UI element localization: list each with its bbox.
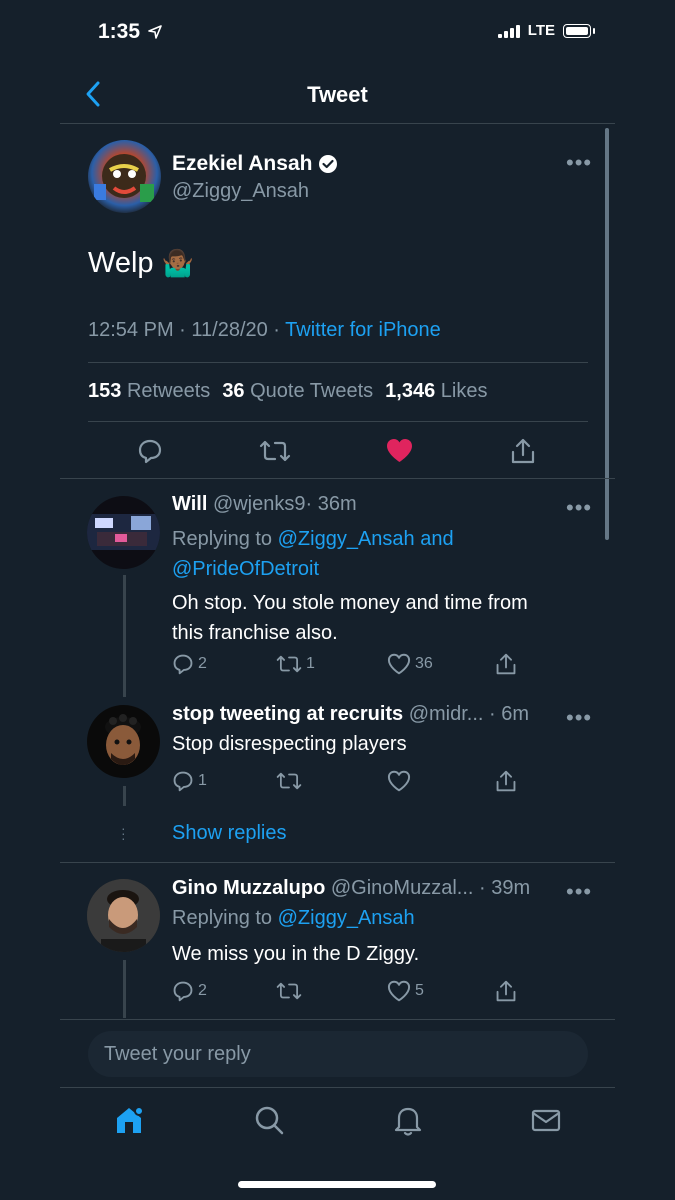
reply-time: · 39m bbox=[479, 877, 531, 899]
show-replies-link[interactable]: Show replies bbox=[172, 822, 287, 845]
reply-author-name[interactable]: Gino Muzzalupo bbox=[172, 877, 325, 899]
reply-author-handle[interactable]: @wjenks9 bbox=[213, 493, 306, 515]
cellular-signal-icon bbox=[497, 24, 520, 38]
reply-author-handle[interactable]: @GinoMuzzal... bbox=[331, 877, 474, 899]
reply-header: Will @wjenks9· 36m bbox=[172, 493, 357, 516]
thread-line bbox=[123, 575, 126, 697]
reply-more-options-icon[interactable]: ••• bbox=[566, 879, 592, 905]
replying-to: Replying to @Ziggy_Ansah and @PrideOfDet… bbox=[172, 528, 454, 580]
tweet-timestamp: 12:54 PM · 11/28/20 · bbox=[88, 319, 286, 341]
reply-more-options-icon[interactable]: ••• bbox=[566, 495, 592, 521]
status-time: 1:35 bbox=[98, 20, 162, 44]
search-icon[interactable] bbox=[252, 1103, 286, 1137]
reply-author-name[interactable]: Will bbox=[172, 493, 207, 515]
mention-link[interactable]: @Ziggy_Ansah bbox=[278, 907, 415, 929]
tweet-stats: 153 Retweets 36 Quote Tweets 1,346 Likes bbox=[88, 380, 488, 403]
reply-icon bbox=[173, 771, 193, 792]
meta-divider bbox=[88, 362, 588, 363]
reply-author-handle[interactable]: @midr... bbox=[409, 703, 484, 725]
like-count[interactable] bbox=[387, 770, 415, 792]
reply-avatar[interactable] bbox=[87, 705, 160, 778]
like-heart-filled-icon[interactable] bbox=[386, 438, 413, 463]
author-name[interactable]: Ezekiel Ansah bbox=[172, 152, 312, 176]
share-icon[interactable] bbox=[495, 652, 517, 676]
reply-count[interactable]: 1 bbox=[172, 770, 207, 792]
reply-more-options-icon[interactable]: ••• bbox=[566, 705, 592, 731]
home-icon[interactable] bbox=[112, 1103, 146, 1137]
reply-header: stop tweeting at recruits @midr... · 6m bbox=[172, 703, 529, 726]
reply-bar-divider bbox=[60, 1019, 615, 1020]
tweet-text: Welp bbox=[88, 247, 154, 279]
verified-badge-icon bbox=[319, 155, 338, 173]
shrug-emoji: 🤷🏾‍♂️ bbox=[161, 248, 194, 278]
mention-link[interactable]: @Ziggy_Ansah bbox=[278, 528, 415, 550]
reply-text: We miss you in the D Ziggy. bbox=[172, 943, 420, 965]
reply-count[interactable]: 2 bbox=[172, 653, 207, 675]
avatar-photo bbox=[87, 514, 160, 550]
tabbar-divider bbox=[60, 1087, 615, 1088]
location-arrow-icon bbox=[148, 25, 162, 40]
avatar-memoji bbox=[105, 714, 141, 765]
author-handle[interactable]: @Ziggy_Ansah bbox=[172, 180, 309, 203]
like-count[interactable]: 36 bbox=[387, 653, 433, 675]
avatar-art bbox=[94, 154, 154, 202]
share-icon[interactable] bbox=[495, 769, 517, 793]
thread-dots-icon: · · · bbox=[121, 820, 126, 846]
like-count[interactable]: 5 bbox=[387, 980, 424, 1002]
network-type: LTE bbox=[527, 22, 555, 39]
stats-divider bbox=[88, 421, 588, 422]
replying-to: Replying to @Ziggy_Ansah bbox=[172, 907, 415, 929]
reply-author-name[interactable]: stop tweeting at recruits bbox=[172, 703, 403, 725]
retweet-icon bbox=[276, 772, 302, 790]
more-options-icon[interactable]: ••• bbox=[566, 150, 592, 176]
mention-link[interactable]: @PrideOfDetroit bbox=[172, 558, 319, 580]
page-title: Tweet bbox=[307, 82, 368, 107]
reply-icon bbox=[173, 654, 193, 675]
reply-input-placeholder: Tweet your reply bbox=[104, 1042, 251, 1065]
like-heart-icon bbox=[387, 770, 411, 792]
retweet-icon[interactable] bbox=[259, 438, 291, 464]
reply-avatar[interactable] bbox=[87, 879, 160, 952]
retweets-stat[interactable]: 153 Retweets bbox=[88, 380, 210, 403]
thread-line bbox=[123, 786, 126, 806]
quote-tweets-stat[interactable]: 36 Quote Tweets bbox=[222, 380, 373, 403]
like-heart-icon bbox=[387, 653, 411, 675]
thread-divider bbox=[60, 862, 615, 863]
tweet-source-link[interactable]: Twitter for iPhone bbox=[285, 319, 441, 341]
tweet-divider bbox=[60, 478, 615, 479]
reply-text: Stop disrespecting players bbox=[172, 733, 407, 755]
avatar-photo bbox=[87, 879, 160, 952]
reply-avatar[interactable] bbox=[87, 496, 160, 569]
reply-input[interactable]: Tweet your reply bbox=[88, 1031, 588, 1077]
battery-icon bbox=[563, 23, 595, 38]
nav-divider bbox=[60, 123, 615, 124]
reply-time: · 6m bbox=[489, 703, 530, 725]
messages-envelope-icon[interactable] bbox=[529, 1103, 563, 1137]
home-indicator[interactable] bbox=[238, 1181, 436, 1188]
reply-icon[interactable] bbox=[137, 438, 163, 464]
tweet-meta: 12:54 PM · 11/28/20 · Twitter for iPhone bbox=[88, 319, 441, 342]
like-heart-icon bbox=[387, 980, 411, 1002]
retweet-count[interactable]: 1 bbox=[276, 653, 315, 675]
likes-stat[interactable]: 1,346 Likes bbox=[385, 380, 487, 403]
retweet-icon bbox=[276, 655, 302, 673]
reply-count[interactable]: 2 bbox=[172, 980, 207, 1002]
retweet-count[interactable] bbox=[276, 770, 306, 792]
reply-text: Oh stop. You stole money and time from th… bbox=[172, 592, 528, 644]
reply-time: · 36m bbox=[305, 493, 357, 515]
reply-header: Gino Muzzalupo @GinoMuzzal... · 39m bbox=[172, 877, 530, 900]
notifications-bell-icon[interactable] bbox=[391, 1103, 425, 1137]
retweet-icon bbox=[276, 982, 302, 1000]
thread-line bbox=[123, 960, 126, 1018]
author-avatar[interactable] bbox=[88, 140, 161, 213]
tweet-body: Welp 🤷🏾‍♂️ bbox=[88, 247, 194, 280]
share-icon[interactable] bbox=[495, 979, 517, 1003]
reply-icon bbox=[173, 981, 193, 1002]
retweet-count[interactable] bbox=[276, 980, 306, 1002]
share-icon[interactable] bbox=[510, 437, 536, 465]
status-indicators: LTE bbox=[497, 22, 595, 39]
